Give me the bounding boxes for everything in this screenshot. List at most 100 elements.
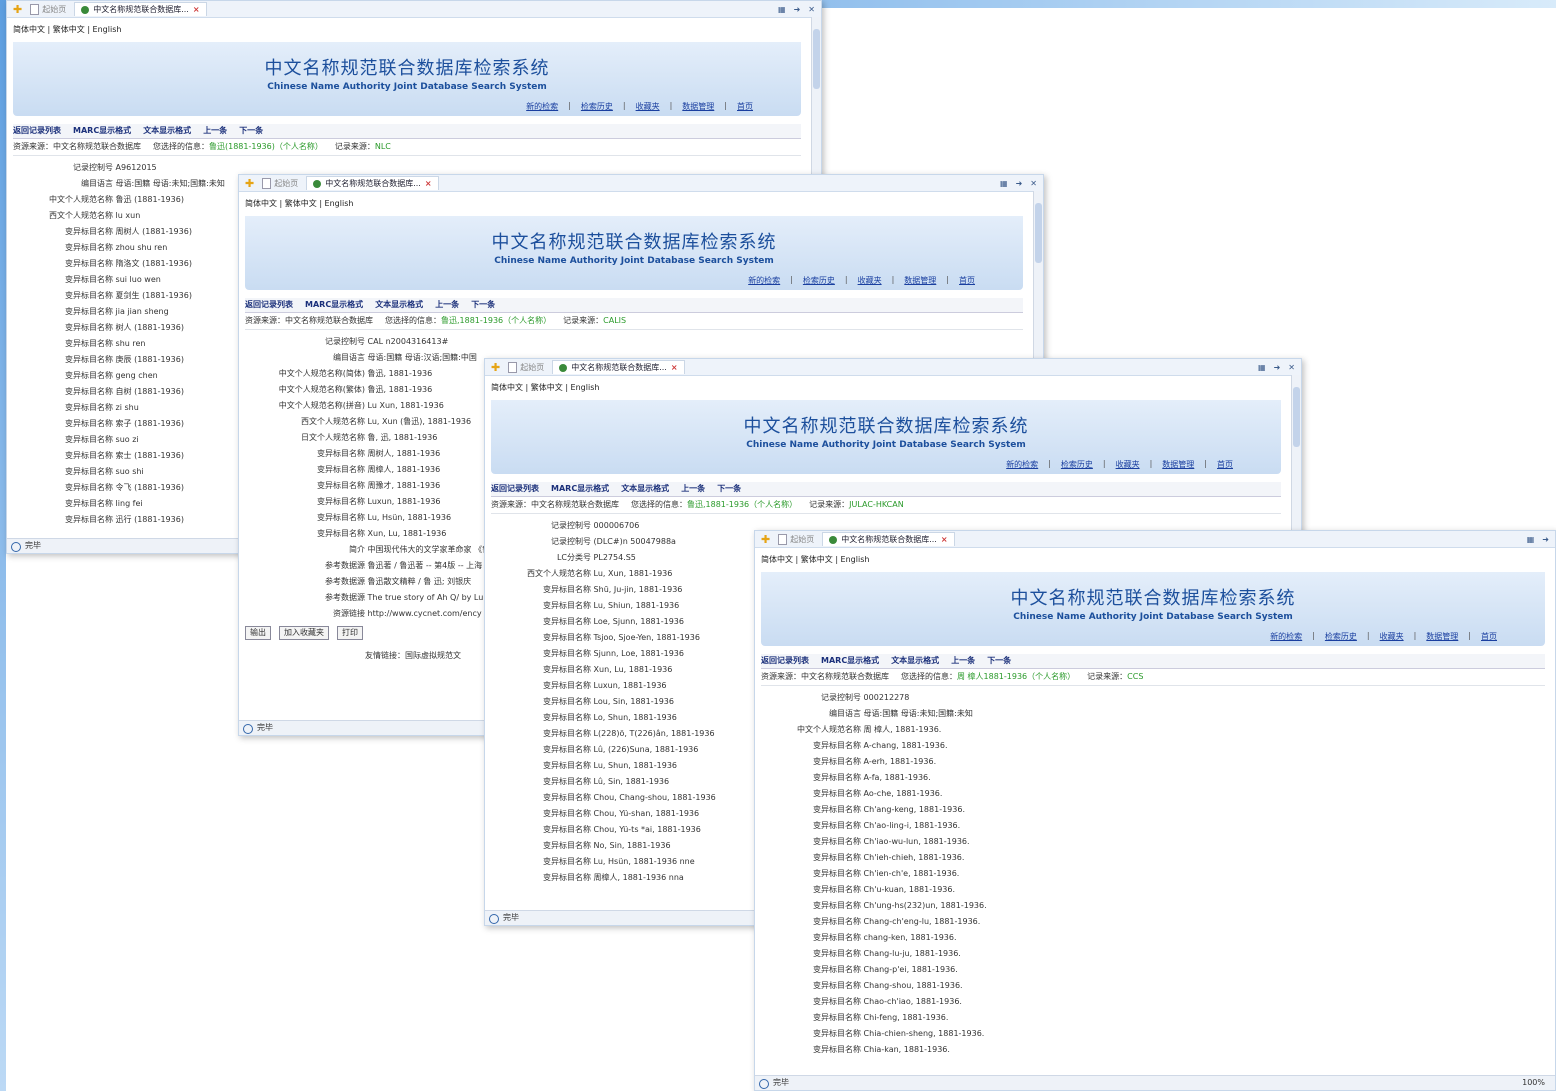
arrow-icon[interactable]: ➜ (1016, 179, 1023, 188)
link-history[interactable]: 检索历史 (1325, 631, 1357, 642)
tab-home[interactable]: 起始页 (30, 3, 66, 15)
add-tab-icon[interactable]: ✚ (761, 533, 770, 546)
tab-bar: ✚ 起始页 中文名称规范联合数据库... × ▦ ➜ ✕ (7, 1, 821, 18)
tab-home[interactable]: 起始页 (262, 177, 298, 189)
tab-list-icon[interactable]: ▦ (778, 5, 786, 14)
close-icon[interactable]: ✕ (808, 5, 815, 14)
close-icon[interactable]: ✕ (1030, 179, 1037, 188)
export-button[interactable]: 输出 (245, 626, 271, 640)
link-data-management[interactable]: 数据管理 (904, 275, 936, 286)
nav-marc-format[interactable]: MARC显示格式 (821, 654, 879, 668)
link-new-search[interactable]: 新的检索 (1270, 631, 1302, 642)
link-favorites[interactable]: 收藏夹 (1380, 631, 1404, 642)
tab-list-icon[interactable]: ▦ (1527, 535, 1535, 544)
separator: | (1048, 459, 1051, 468)
nav-previous[interactable]: 上一条 (951, 654, 975, 668)
arrow-icon[interactable]: ➜ (794, 5, 801, 14)
add-favorite-button[interactable]: 加入收藏夹 (279, 626, 329, 640)
add-tab-icon[interactable]: ✚ (491, 361, 500, 374)
nav-marc-format[interactable]: MARC显示格式 (551, 482, 609, 496)
link-new-search[interactable]: 新的检索 (748, 275, 780, 286)
selected-value: 鲁迅,1881-1936（个人名称） (687, 500, 798, 509)
add-tab-icon[interactable]: ✚ (13, 3, 22, 16)
arrow-icon[interactable]: ➜ (1274, 363, 1281, 372)
field-value: Lu, Hsün, 1881-1936 (367, 513, 452, 522)
nav-previous[interactable]: 上一条 (435, 298, 459, 312)
separator: | (724, 101, 727, 110)
tab-active[interactable]: 中文名称规范联合数据库... × (552, 360, 685, 374)
link-home[interactable]: 首页 (1481, 631, 1497, 642)
nav-next[interactable]: 下一条 (987, 654, 1011, 668)
nav-next[interactable]: 下一条 (239, 124, 263, 138)
link-data-management[interactable]: 数据管理 (682, 101, 714, 112)
nav-back-to-list[interactable]: 返回记录列表 (491, 482, 539, 496)
link-history[interactable]: 检索历史 (581, 101, 613, 112)
tab-list-icon[interactable]: ▦ (1258, 363, 1266, 372)
nav-next[interactable]: 下一条 (471, 298, 495, 312)
scroll-thumb[interactable] (813, 29, 820, 89)
link-home[interactable]: 首页 (737, 101, 753, 112)
globe-icon (829, 535, 838, 544)
record-row: 变异标目名称 Chi-feng, 1881-1936. (761, 1010, 1545, 1026)
link-data-management[interactable]: 数据管理 (1162, 459, 1194, 470)
language-switcher[interactable]: 简体中文 | 繁体中文 | English (761, 548, 1545, 572)
close-tab-icon[interactable]: × (671, 363, 678, 372)
tab-home[interactable]: 起始页 (508, 361, 544, 373)
nav-marc-format[interactable]: MARC显示格式 (73, 124, 131, 138)
link-favorites[interactable]: 收藏夹 (858, 275, 882, 286)
close-icon[interactable]: ✕ (1288, 363, 1295, 372)
add-tab-icon[interactable]: ✚ (245, 177, 254, 190)
nav-back-to-list[interactable]: 返回记录列表 (13, 124, 61, 138)
close-tab-icon[interactable]: × (425, 179, 432, 188)
scroll-thumb[interactable] (1293, 387, 1300, 447)
tab-active[interactable]: 中文名称规范联合数据库... × (822, 532, 955, 546)
link-home[interactable]: 首页 (959, 275, 975, 286)
nav-next[interactable]: 下一条 (717, 482, 741, 496)
field-label: 变异标目名称 (317, 449, 365, 458)
tab-active[interactable]: 中文名称规范联合数据库... × (74, 2, 207, 16)
link-favorites[interactable]: 收藏夹 (1116, 459, 1140, 470)
nav-text-format[interactable]: 文本显示格式 (375, 298, 423, 312)
field-value: Ch'iao-wu-lun, 1881-1936. (863, 837, 970, 846)
tab-active[interactable]: 中文名称规范联合数据库... × (306, 176, 439, 190)
tab-home[interactable]: 起始页 (778, 533, 814, 545)
field-label: 变异标目名称 (317, 529, 365, 538)
nav-text-format[interactable]: 文本显示格式 (621, 482, 669, 496)
friendly-link[interactable]: 国际虚拟规范文 (405, 651, 461, 660)
nav-text-format[interactable]: 文本显示格式 (891, 654, 939, 668)
field-label: 变异标目名称 (65, 291, 113, 300)
language-switcher[interactable]: 简体中文 | 繁体中文 | English (491, 376, 1281, 400)
close-tab-icon[interactable]: × (941, 535, 948, 544)
status-text: 完毕 (773, 1078, 789, 1087)
nav-marc-format[interactable]: MARC显示格式 (305, 298, 363, 312)
link-new-search[interactable]: 新的检索 (526, 101, 558, 112)
link-favorites[interactable]: 收藏夹 (636, 101, 660, 112)
field-label: 变异标目名称 (813, 853, 861, 862)
page-content: 简体中文 | 繁体中文 | English 中文名称规范联合数据库检索系统 Ch… (755, 548, 1555, 1058)
nav-previous[interactable]: 上一条 (681, 482, 705, 496)
zoom-level[interactable]: 100% (1522, 1076, 1545, 1090)
separator: | (790, 275, 793, 284)
tab-list-icon[interactable]: ▦ (1000, 179, 1008, 188)
scroll-thumb[interactable] (1035, 203, 1042, 263)
nav-text-format[interactable]: 文本显示格式 (143, 124, 191, 138)
separator: | (568, 101, 571, 110)
tab-bar: ✚ 起始页 中文名称规范联合数据库... × ▦ ➜ ✕ (485, 359, 1301, 376)
arrow-icon[interactable]: ➜ (1542, 535, 1549, 544)
language-switcher[interactable]: 简体中文 | 繁体中文 | English (13, 18, 801, 42)
banner-subtitle: Chinese Name Authority Joint Database Se… (494, 256, 774, 266)
language-switcher[interactable]: 简体中文 | 繁体中文 | English (245, 192, 1023, 216)
link-history[interactable]: 检索历史 (1061, 459, 1093, 470)
link-home[interactable]: 首页 (1217, 459, 1233, 470)
link-new-search[interactable]: 新的检索 (1006, 459, 1038, 470)
nav-previous[interactable]: 上一条 (203, 124, 227, 138)
field-value: Sjunn, Loe, 1881-1936 (593, 649, 684, 658)
nav-back-to-list[interactable]: 返回记录列表 (245, 298, 293, 312)
field-label: 变异标目名称 (65, 419, 113, 428)
close-tab-icon[interactable]: × (193, 5, 200, 14)
print-button[interactable]: 打印 (337, 626, 363, 640)
link-data-management[interactable]: 数据管理 (1426, 631, 1458, 642)
nav-back-to-list[interactable]: 返回记录列表 (761, 654, 809, 668)
separator: | (1468, 631, 1471, 640)
link-history[interactable]: 检索历史 (803, 275, 835, 286)
